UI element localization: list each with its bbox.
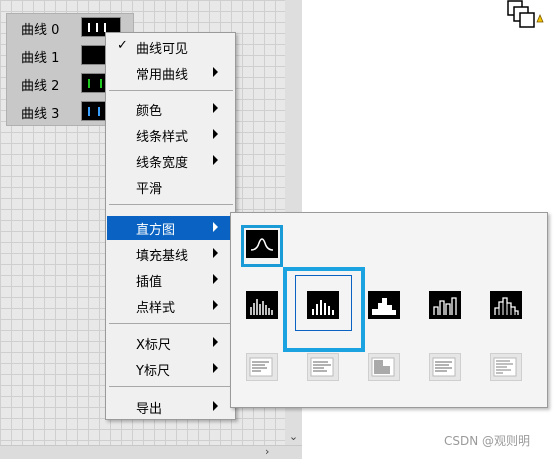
swatch-mark xyxy=(98,107,100,116)
submenu-arrow-icon xyxy=(213,67,218,77)
menu-item-interpolation[interactable]: 插值 xyxy=(107,268,235,292)
swatch-mark xyxy=(104,23,106,32)
menu-item-smooth[interactable]: 平滑 xyxy=(107,175,235,199)
menu-item-point-style[interactable]: 点样式 xyxy=(107,294,235,318)
submenu-arrow-icon xyxy=(213,248,218,258)
menu-item-label: 点样式 xyxy=(136,301,176,316)
checkmark-icon: ✓ xyxy=(117,38,128,53)
swatch-mark xyxy=(100,79,102,88)
plot-name-label: 曲线 0 xyxy=(21,23,60,38)
swatch-mark xyxy=(88,107,90,116)
submenu-arrow-icon xyxy=(213,222,218,232)
copy-documents-icon xyxy=(507,0,544,28)
histogram-horizontal-4-icon[interactable] xyxy=(429,353,461,381)
plot-name-label: 曲线 2 xyxy=(21,79,60,94)
menu-separator xyxy=(109,386,233,387)
histogram-bars-3-icon[interactable] xyxy=(429,291,461,319)
histogram-bars-1-icon[interactable] xyxy=(246,291,278,319)
submenu-arrow-icon xyxy=(213,103,218,113)
menu-item-label: 曲线可见 xyxy=(136,42,189,57)
menu-item-histogram[interactable]: 直方图 xyxy=(107,216,235,240)
menu-item-label: X标尺 xyxy=(136,338,171,353)
menu-item-line-width[interactable]: 线条宽度 xyxy=(107,149,235,173)
plot-name-label: 曲线 3 xyxy=(21,107,60,122)
menu-item-line-style[interactable]: 线条样式 xyxy=(107,123,235,147)
menu-item-label: 插值 xyxy=(136,275,163,290)
scroll-right-arrow-icon[interactable]: › xyxy=(265,446,279,458)
submenu-arrow-icon xyxy=(213,129,218,139)
horizontal-scrollbar[interactable] xyxy=(0,445,302,459)
menu-item-color[interactable]: 颜色 xyxy=(107,97,235,121)
watermark-text: CSDN @观则明 xyxy=(444,434,531,448)
menu-item-label: 线条宽度 xyxy=(136,156,189,171)
submenu-arrow-icon xyxy=(213,401,218,411)
menu-separator xyxy=(109,323,233,324)
menu-separator xyxy=(109,204,233,205)
histogram-horizontal-3-icon[interactable] xyxy=(368,353,400,381)
submenu-arrow-icon xyxy=(213,155,218,165)
histogram-horizontal-2-icon[interactable] xyxy=(307,353,339,381)
menu-item-label: 直方图 xyxy=(136,223,176,238)
scroll-down-arrow-icon[interactable]: ⌄ xyxy=(285,428,302,445)
plot-context-menu: ✓ 曲线可见 常用曲线 颜色 线条样式 线条宽度 平滑 直方图 填充基线 插值 … xyxy=(105,32,236,420)
histogram-horizontal-5-icon[interactable] xyxy=(490,353,522,381)
menu-item-label: 颜色 xyxy=(136,104,163,119)
histogram-palette xyxy=(230,212,548,408)
swatch-mark xyxy=(88,23,90,32)
menu-item-common-plots[interactable]: 常用曲线 xyxy=(107,61,235,85)
menu-item-plot-visible[interactable]: ✓ 曲线可见 xyxy=(107,35,235,59)
histogram-horizontal-1-icon[interactable] xyxy=(246,353,278,381)
menu-item-label: 导出 xyxy=(136,402,163,417)
menu-item-fill-baseline[interactable]: 填充基线 xyxy=(107,242,235,266)
submenu-arrow-icon xyxy=(213,337,218,347)
histogram-bars-2-icon[interactable] xyxy=(307,291,339,319)
plot-name-label: 曲线 1 xyxy=(21,51,60,66)
menu-item-label: 平滑 xyxy=(136,182,163,197)
submenu-arrow-icon xyxy=(213,274,218,284)
menu-item-label: 线条样式 xyxy=(136,130,189,145)
menu-item-export[interactable]: 导出 xyxy=(107,395,235,419)
histogram-steps-icon[interactable] xyxy=(368,291,400,319)
menu-item-label: 常用曲线 xyxy=(136,68,189,83)
menu-item-y-scale[interactable]: Y标尺 xyxy=(107,357,235,381)
swatch-mark xyxy=(88,79,90,88)
menu-separator xyxy=(109,90,233,91)
submenu-arrow-icon xyxy=(213,363,218,373)
menu-item-x-scale[interactable]: X标尺 xyxy=(107,331,235,355)
curve-no-histogram-icon[interactable] xyxy=(246,230,278,258)
swatch-mark xyxy=(96,23,98,32)
menu-item-label: 填充基线 xyxy=(136,249,189,264)
submenu-arrow-icon xyxy=(213,300,218,310)
histogram-bars-4-icon[interactable] xyxy=(490,291,522,319)
menu-item-label: Y标尺 xyxy=(136,364,170,379)
